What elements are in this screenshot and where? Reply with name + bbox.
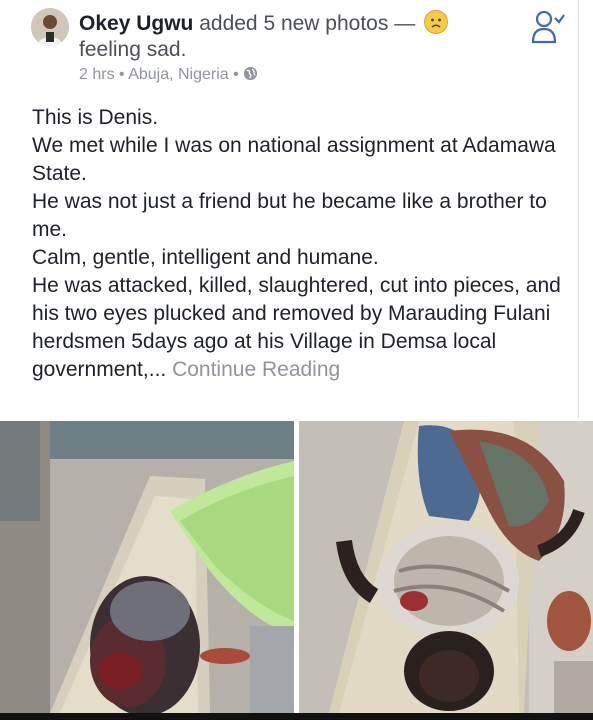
post-action-text: added 5 new photos — bbox=[193, 12, 422, 35]
avatar[interactable] bbox=[31, 8, 69, 46]
post-paragraph: Calm, gentle, intelligent and humane. bbox=[32, 246, 379, 269]
post-body: This is Denis. We met while I was on nat… bbox=[32, 104, 562, 384]
sad-face-icon bbox=[424, 10, 449, 34]
post-paragraph: He was not just a friend but he became l… bbox=[32, 190, 547, 241]
post-paragraph: This is Denis. bbox=[32, 106, 159, 129]
meta-separator: • bbox=[114, 66, 129, 83]
photo-grid bbox=[0, 421, 593, 713]
post-card: Okey Ugwu added 5 new photos — feeling s… bbox=[0, 0, 579, 418]
author-name[interactable]: Okey Ugwu bbox=[79, 12, 193, 35]
post-time[interactable]: 2 hrs bbox=[79, 66, 115, 83]
add-friend-icon[interactable] bbox=[530, 8, 566, 44]
post-location[interactable]: Abuja, Nigeria bbox=[128, 66, 229, 83]
continue-reading-link[interactable]: Continue Reading bbox=[172, 358, 340, 381]
feeling-text: feeling sad. bbox=[79, 38, 187, 61]
photo-2-image bbox=[299, 421, 593, 713]
post-meta: 2 hrs • Abuja, Nigeria • bbox=[79, 66, 258, 86]
post-photo-1[interactable] bbox=[0, 421, 294, 713]
post-paragraph: We met while I was on national assignmen… bbox=[32, 134, 556, 185]
globe-icon bbox=[243, 66, 258, 86]
post-photo-2[interactable] bbox=[299, 421, 593, 713]
meta-separator: • bbox=[228, 66, 244, 83]
avatar-image bbox=[31, 8, 69, 46]
bottom-edge bbox=[0, 713, 593, 720]
post-paragraph: He was attacked, killed, slaughtered, cu… bbox=[32, 272, 562, 384]
post-header: Okey Ugwu added 5 new photos — bbox=[79, 10, 449, 36]
photo-1-image bbox=[0, 421, 294, 713]
